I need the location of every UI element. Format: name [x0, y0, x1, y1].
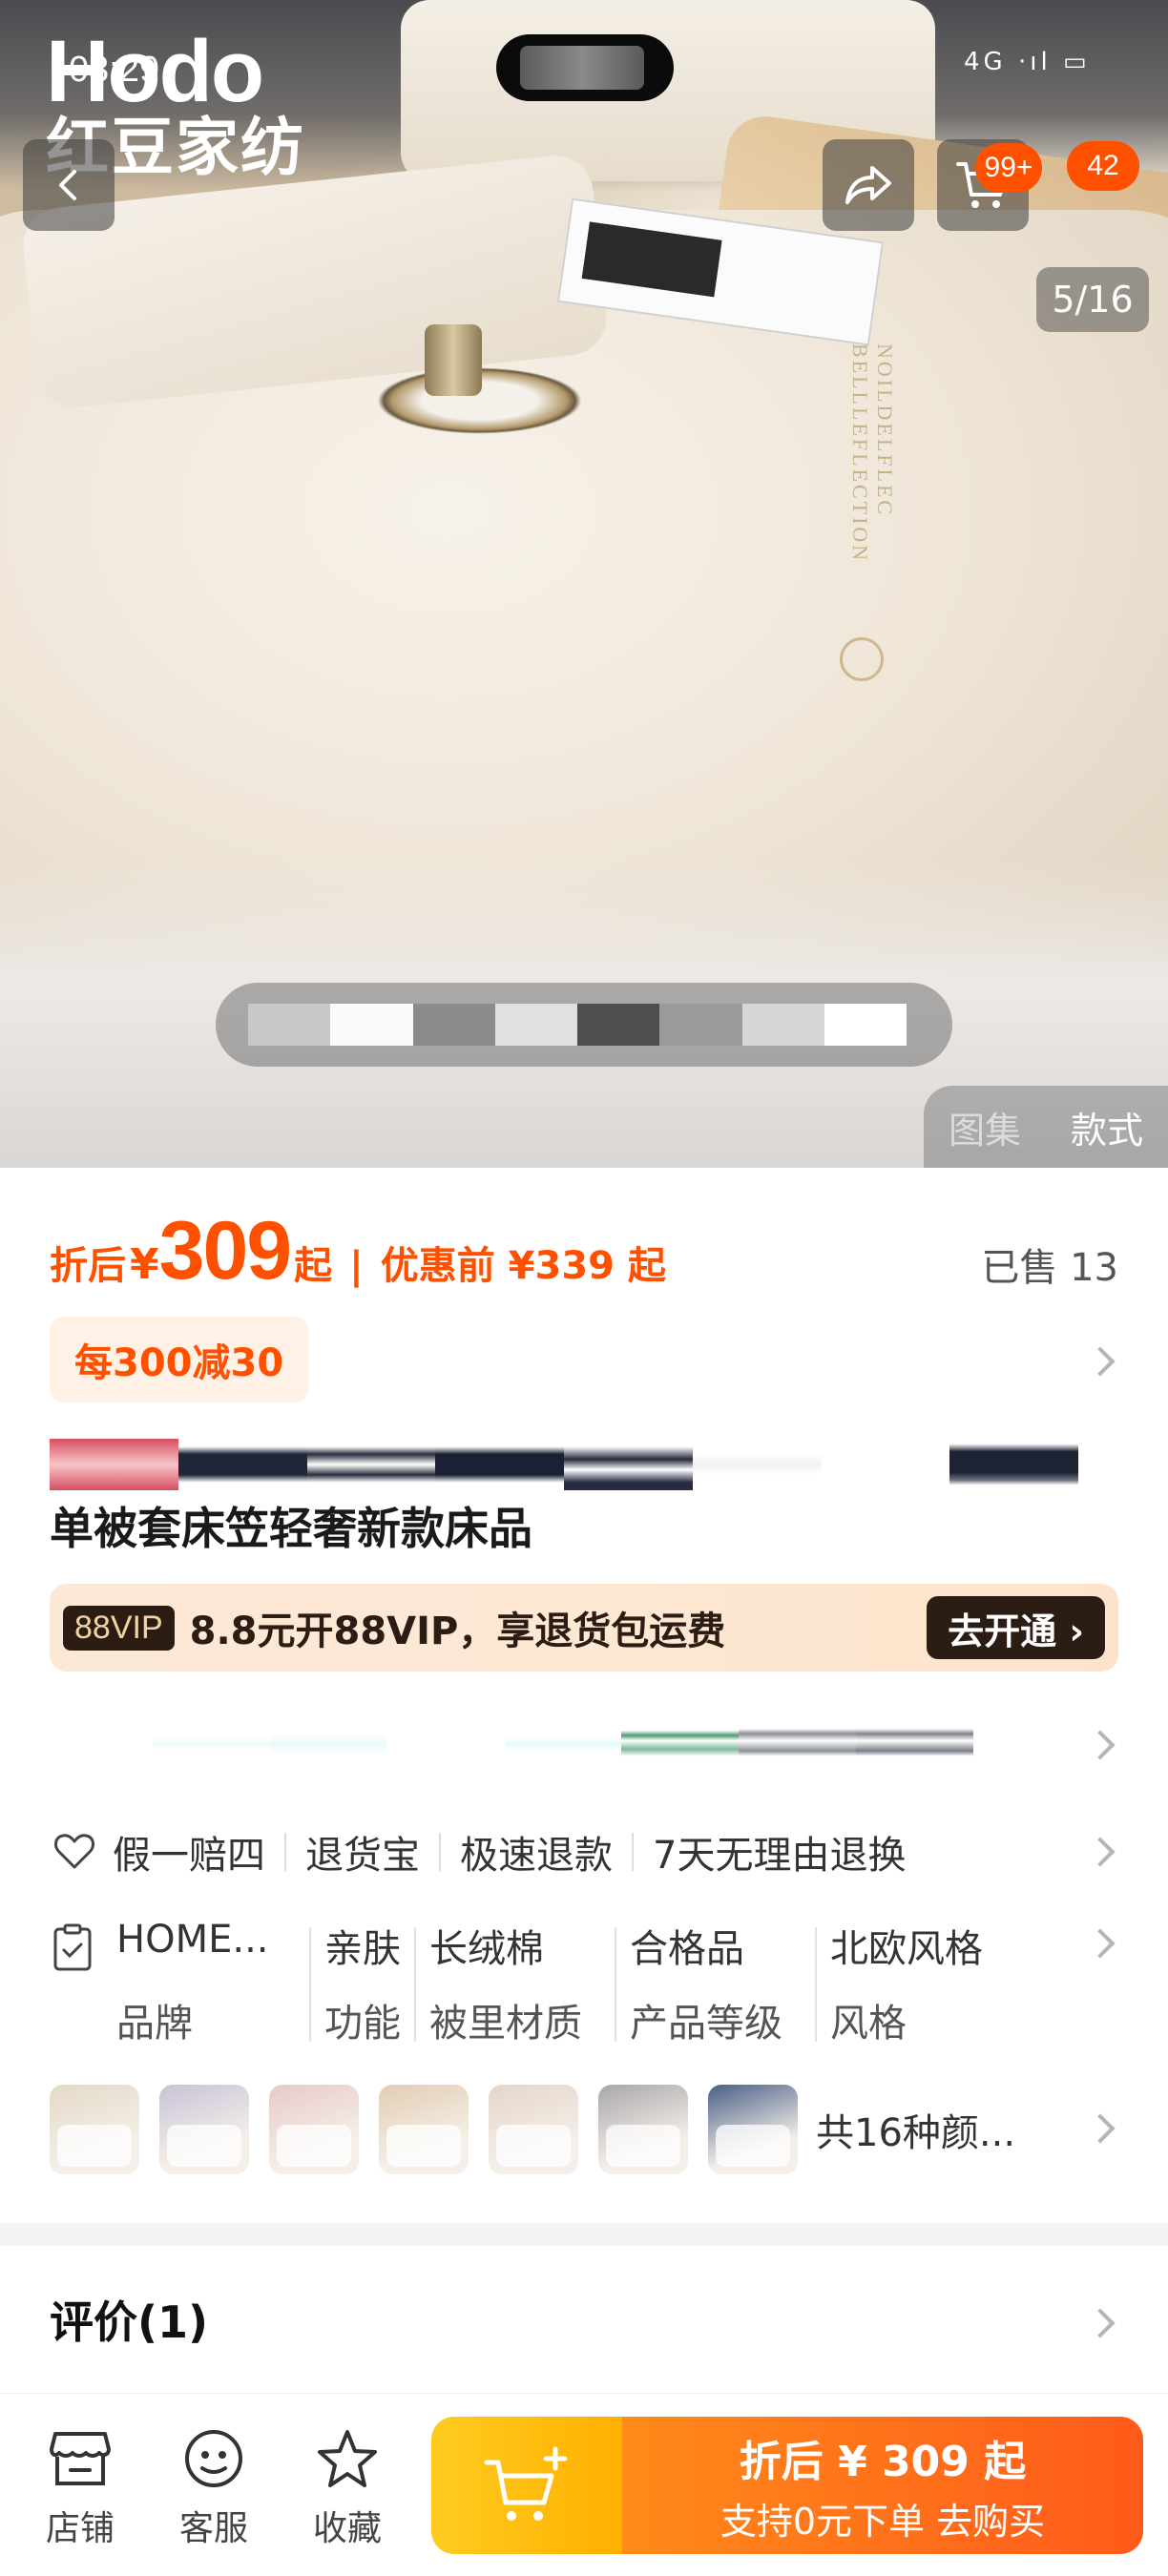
- redacted-block: [520, 46, 644, 90]
- swatch-more-label[interactable]: 共16种颜...: [816, 2102, 1015, 2157]
- share-button[interactable]: [823, 139, 914, 231]
- favorite-button[interactable]: 收藏: [290, 2422, 405, 2550]
- service-item: 7天无理由退换: [653, 1834, 907, 1878]
- clipboard-icon: [50, 1918, 103, 2051]
- price-suffix: 起: [294, 1244, 333, 1288]
- embroidery-text: NOILDELFLEC BELLLEFLECTION: [848, 343, 897, 564]
- buy-price-label: 折后 ¥ 309 起: [739, 2437, 1027, 2486]
- signal-icon: 4G ·ıl: [964, 48, 1052, 76]
- vip-promo-bar[interactable]: 88VIP 8.8元开88VIP，享退货包运费 去开通 ›: [50, 1584, 1118, 1672]
- swatch-thumbnail[interactable]: [50, 2085, 139, 2174]
- status-time: 03:29: [69, 50, 160, 90]
- attribute-style: 北欧风格 风格: [817, 1918, 1008, 2047]
- reviews-heading[interactable]: 评价(1): [50, 2288, 208, 2351]
- service-item: 假一赔四: [113, 1834, 265, 1878]
- attribute-key: 产品等级: [630, 2002, 782, 2046]
- swatch-bed-shape: [606, 2125, 680, 2167]
- purchase-buttons: 折后 ¥ 309 起 支持0元下单 去购买: [431, 2417, 1143, 2554]
- swatch-thumbnail[interactable]: [708, 2085, 798, 2174]
- bottom-action-bar: 店铺 客服 收藏 折后 ¥ 309 起 支持0元下单 去购买: [0, 2393, 1168, 2576]
- heart-icon: [50, 1827, 99, 1877]
- customer-service-button[interactable]: 客服: [156, 2422, 271, 2550]
- vip-text: 8.8元开88VIP，享退货包运费: [189, 1610, 726, 1653]
- swatch-thumbnail[interactable]: [379, 2085, 469, 2174]
- attribute-grade: 合格品 产品等级: [616, 1918, 815, 2047]
- attribute-value: 亲肤: [324, 1927, 401, 1971]
- star-icon: [290, 2422, 405, 2495]
- product-title: 单被套床笠轻奢新款床品: [50, 1503, 532, 1554]
- buy-now-button[interactable]: 折后 ¥ 309 起 支持0元下单 去购买: [622, 2417, 1143, 2554]
- swatch-bed-shape: [386, 2125, 461, 2167]
- chevron-right-icon[interactable]: [1085, 1730, 1116, 1760]
- original-price: 优惠前 ¥339 起: [380, 1244, 666, 1288]
- service-guarantees[interactable]: 假一赔四 退货宝 极速退款 7天无理由退换: [50, 1818, 1118, 1885]
- section-divider: [0, 2223, 1168, 2246]
- attribute-value: 合格品: [630, 1927, 744, 1971]
- gallery-tab[interactable]: 图集: [949, 1101, 1021, 1153]
- attribute-material: 长绒棉 被里材质: [416, 1918, 615, 2047]
- price-separator: |: [349, 1244, 364, 1288]
- swatch-bed-shape: [167, 2125, 241, 2167]
- buy-subtitle: 支持0元下单 去购买: [720, 2500, 1046, 2543]
- product-attributes[interactable]: HOME... 品牌 亲肤 功能 长绒棉 被里材质 合格品 产品等级 北欧风格 …: [50, 1918, 1118, 2051]
- chevron-left-icon: [59, 170, 76, 200]
- swatch-bed-shape: [277, 2125, 351, 2167]
- redacted-banner: [216, 983, 952, 1067]
- swatch-bed-shape: [716, 2125, 790, 2167]
- store-label: 店铺: [45, 2509, 115, 2548]
- smile-icon: [156, 2422, 271, 2495]
- vip-tag: 88VIP: [63, 1605, 175, 1651]
- attribute-key: 被里材质: [429, 2002, 582, 2046]
- service-item: 极速退款: [460, 1834, 613, 1878]
- chevron-right-icon[interactable]: [1085, 1346, 1116, 1377]
- divider: [439, 1833, 441, 1871]
- price-prefix: 折后: [50, 1244, 126, 1288]
- view-switch: 图集 款式: [924, 1086, 1168, 1168]
- store-icon: [23, 2422, 137, 2495]
- attribute-key: 风格: [830, 2002, 907, 2046]
- share-icon: [845, 166, 891, 204]
- vip-open-button[interactable]: 去开通 ›: [927, 1596, 1105, 1659]
- redacted-title-prefix: [50, 1439, 1078, 1490]
- favorite-label: 收藏: [312, 2509, 382, 2548]
- camellia-embroidery: [840, 637, 884, 681]
- add-to-cart-button[interactable]: [431, 2417, 622, 2554]
- swatch-thumbnail[interactable]: [159, 2085, 249, 2174]
- attribute-value: 北欧风格: [830, 1927, 983, 1971]
- status-icons: 4G ·ıl ▭: [964, 48, 1091, 76]
- attribute-brand: HOME... 品牌: [103, 1918, 309, 2047]
- candle-shape: [425, 324, 482, 396]
- attribute-key: 品牌: [116, 2002, 193, 2046]
- sold-count: 已售 13: [981, 1246, 1118, 1290]
- color-swatches[interactable]: 共16种颜...: [50, 2082, 1118, 2177]
- store-button[interactable]: 店铺: [23, 2422, 137, 2550]
- image-page-indicator: 5/16: [1036, 267, 1149, 332]
- redacted-mosaic: [248, 1004, 907, 1046]
- swatch-bed-shape: [57, 2125, 132, 2167]
- coupon-tag[interactable]: 每300减30: [50, 1317, 309, 1402]
- back-button[interactable]: [23, 139, 115, 231]
- redacted-row: [153, 1727, 974, 1761]
- attribute-value: 长绒棉: [429, 1927, 544, 1971]
- price-row: 折后 ¥ 309 起 | 优惠前 ¥339 起: [50, 1204, 1118, 1299]
- service-item: 退货宝: [305, 1834, 420, 1878]
- service-label: 客服: [178, 2509, 248, 2548]
- style-tab[interactable]: 款式: [1071, 1101, 1143, 1153]
- cart-count-badge: 99+: [975, 143, 1042, 193]
- battery-icon: ▭: [1062, 48, 1091, 76]
- swatch-thumbnail[interactable]: [598, 2085, 688, 2174]
- attribute-key: 功能: [324, 2002, 401, 2046]
- price-currency: ¥: [130, 1240, 159, 1289]
- swatch-thumbnail[interactable]: [489, 2085, 578, 2174]
- cart-plus-icon: [484, 2446, 568, 2521]
- chevron-right-icon[interactable]: [1085, 2308, 1116, 2338]
- price-amount: 309: [158, 1205, 292, 1297]
- attribute-value: HOME...: [116, 1918, 269, 1962]
- swatch-bed-shape: [496, 2125, 571, 2167]
- swatch-thumbnail[interactable]: [269, 2085, 359, 2174]
- divider: [632, 1833, 634, 1871]
- divider: [284, 1833, 286, 1871]
- message-count-badge[interactable]: 42: [1067, 141, 1139, 191]
- attribute-function: 亲肤 功能: [311, 1918, 414, 2047]
